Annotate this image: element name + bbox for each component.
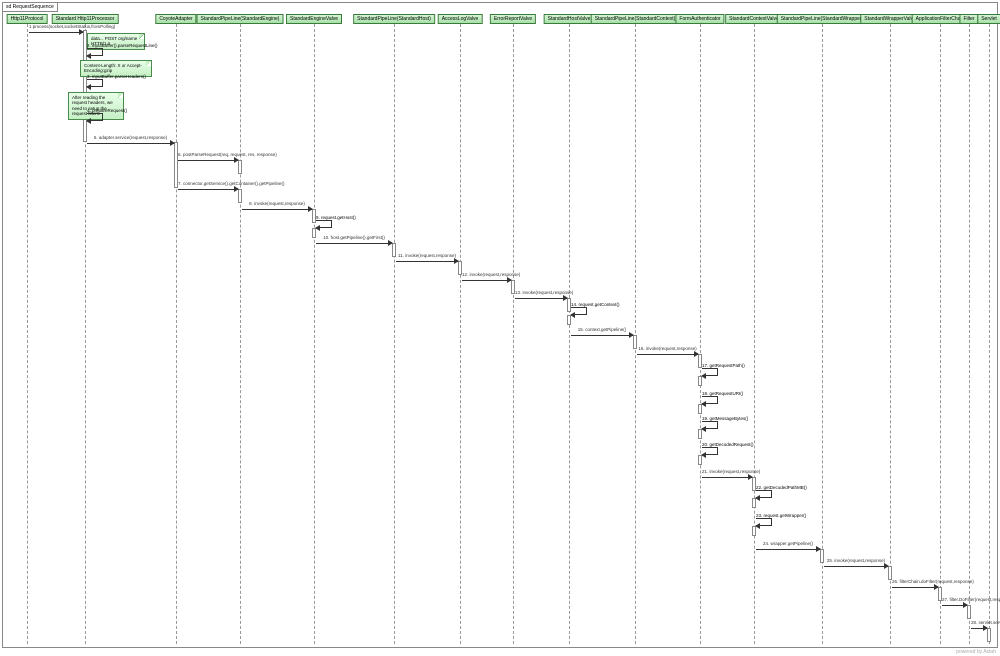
lifeline-StdPipeAbstract: [394, 24, 395, 644]
message-25: 25. invoke(request,response): [824, 562, 888, 570]
participant-FormAuth: FormAuthenticator: [675, 14, 724, 24]
participant-label: StandardPipeLine(StandardEngine): [201, 16, 280, 22]
footer-credit: powered by Astah: [956, 649, 996, 655]
participant-label: Standard Http11Processor: [56, 16, 115, 22]
participant-label: StandardHostValve: [548, 16, 591, 22]
message-27: 27. filter.DoFilter(request,response): [942, 601, 967, 609]
message-12: 12. invoke(request,response): [462, 276, 511, 284]
participant-label: FormAuthenticator: [679, 16, 720, 22]
lifeline-StdHostValve: [569, 24, 570, 644]
message-label: 22. getDecodedPathMB(): [756, 485, 807, 490]
message-label: 3. inputBuffer.parseHeaders(): [87, 74, 146, 79]
lifeline-Filter: [969, 24, 970, 644]
message-13: 13. invoke(request,response): [515, 294, 567, 302]
participant-label: Servlet: [981, 16, 997, 22]
message-label: 27. filter.DoFilter(request,response): [942, 597, 967, 602]
message-label: 24. wrapper.getPipeline(): [756, 541, 820, 546]
message-label: 14. request.getContext(): [571, 302, 620, 307]
message-16: 16. invoke(request,response): [637, 350, 698, 358]
message-label: 12. invoke(request,response): [462, 272, 511, 277]
participant-StdPipeAbstract: StandardPipeLine(StandardHost): [353, 14, 435, 24]
participant-ProcessorHttp11: Standard Http11Processor: [52, 14, 119, 24]
lifeline-StdPipeCtx: [635, 24, 636, 644]
participant-Servlet: Servlet: [977, 14, 1000, 24]
lifeline-Http11Protocol: [27, 24, 28, 644]
participant-label: StandardEngineValve: [290, 16, 338, 22]
message-label: 16. invoke(request,response): [637, 346, 698, 351]
message-label: 23. request.getWrapper(): [756, 513, 806, 518]
participant-StdPipeEngine: StandardPipeLine(StandardEngine): [197, 14, 284, 24]
participant-StdPipeCtx: StandardPipeLine(StandardContext): [591, 14, 680, 24]
participant-label: Filter: [963, 16, 974, 22]
message-label: 9. request.getHost(): [316, 215, 356, 220]
participant-CoyoteAdapter: CoyoteAdapter: [155, 14, 196, 24]
frame-label: sd RequestSequence: [2, 2, 58, 12]
lifeline-AccessLogValve: [460, 24, 461, 644]
participant-label: Http11Protocol: [11, 16, 44, 22]
message-label: 10. host.getPipeline().getFirst(): [316, 235, 392, 240]
message-11: 11. invoke(request,response): [396, 257, 458, 265]
lifeline-FormAuth: [700, 24, 701, 644]
participant-StdCtxValve: StandardContextValve: [725, 14, 783, 24]
lifeline-StdEngineValve: [314, 24, 315, 644]
participant-label: CoyoteAdapter: [159, 16, 192, 22]
participant-label: ErrorReportValve: [494, 16, 532, 22]
participant-label: StandardWrapperValve: [864, 16, 916, 22]
participant-Filter: Filter: [959, 14, 978, 24]
message-24: 24. wrapper.getPipeline(): [756, 545, 820, 553]
participant-StdPipeWrap: StandardPipeLine(StandardWrapper): [777, 14, 867, 24]
lifeline-Servlet: [989, 24, 990, 644]
participant-ErrorReportValve: ErrorReportValve: [490, 14, 536, 24]
participant-StdHostValve: StandardHostValve: [544, 14, 595, 24]
message-28: 28. servlet.service(request,response): [971, 624, 987, 632]
message-26: 26. filterChain.doFilter(request,respons…: [892, 583, 938, 591]
participant-label: StandardPipeLine(StandardWrapper): [781, 16, 863, 22]
message-label: 11. invoke(request,response): [396, 253, 458, 258]
message-21: 21. invoke(request,response): [702, 473, 752, 481]
message-label: 25. invoke(request,response): [824, 558, 888, 563]
message-label: 4. prepareRequest(): [87, 108, 127, 113]
message-label: 19. getMessageBytes(): [702, 416, 748, 421]
message-label: 6. postParseRequest(req, request, res, r…: [178, 152, 238, 157]
message-label: 18. getRequestURI(): [702, 391, 743, 396]
message-15: 15. context.getPipeline(): [571, 331, 633, 339]
message-label: 28. servlet.service(request,response): [971, 620, 987, 625]
message-label: 21. invoke(request,response): [702, 469, 752, 474]
participant-label: StandardPipeLine(StandardHost): [357, 16, 431, 22]
message-label: 17. getRequestPath(): [702, 363, 745, 368]
message-label: 13. invoke(request,response): [515, 290, 567, 295]
lifeline-StdWrapValve: [890, 24, 891, 644]
message-1: 1 process(socket,socketStatus,fromPollin…: [29, 28, 83, 36]
participant-label: ApplicationFilterChain: [916, 16, 965, 22]
participant-label: StandardContextValve: [729, 16, 779, 22]
message-7: 7. connector.getService().getContainer()…: [178, 185, 238, 193]
message-6: 6. postParseRequest(req, request, res, r…: [178, 156, 238, 164]
message-label: 2. inputBuffer().parseRequestLine(): [87, 43, 157, 48]
message-5: 5. adapter.service(request,response): [87, 139, 174, 147]
lifeline-ErrorReportValve: [513, 24, 514, 644]
message-label: 8. invoke(request,response): [242, 201, 312, 206]
lifeline-CoyoteAdapter: [176, 24, 177, 644]
participant-label: AccessLogValve: [442, 16, 479, 22]
message-label: 5. adapter.service(request,response): [87, 135, 174, 140]
participant-AccessLogValve: AccessLogValve: [438, 14, 483, 24]
message-label: 26. filterChain.doFilter(request,respons…: [892, 579, 938, 584]
participant-Http11Protocol: Http11Protocol: [7, 14, 48, 24]
message-label: 20. getDecodedRequest(): [702, 442, 754, 447]
message-label: 15. context.getPipeline(): [571, 327, 633, 332]
lifeline-StdPipeEngine: [240, 24, 241, 644]
lifeline-AppFilterChain: [940, 24, 941, 644]
lifeline-StdCtxValve: [754, 24, 755, 644]
message-label: 1 process(socket,socketStatus,fromPollin…: [29, 24, 83, 29]
message-8: 8. invoke(request,response): [242, 205, 312, 213]
diagram-frame: [2, 2, 998, 648]
participant-StdEngineValve: StandardEngineValve: [286, 14, 342, 24]
message-label: 7. connector.getService().getContainer()…: [178, 181, 238, 186]
participant-label: StandardPipeLine(StandardContext): [595, 16, 676, 22]
message-10: 10. host.getPipeline().getFirst(): [316, 239, 392, 247]
